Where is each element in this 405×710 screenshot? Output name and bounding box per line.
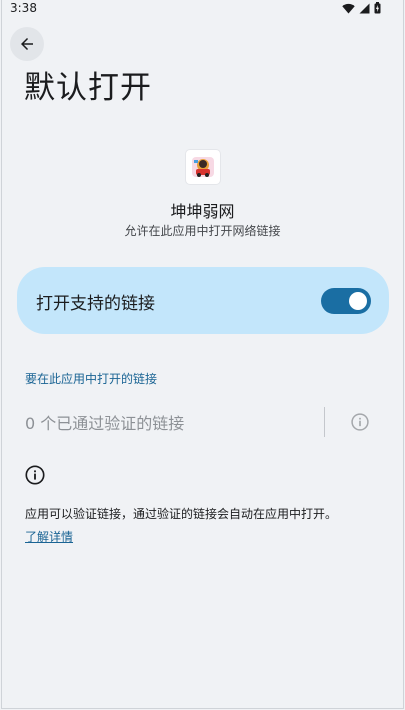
footer-info-icon bbox=[24, 464, 46, 486]
status-bar: 3:38 bbox=[0, 0, 405, 18]
links-section-label: 要在此应用中打开的链接 bbox=[25, 372, 158, 386]
learn-more-link[interactable]: 了解详情 bbox=[25, 528, 73, 545]
app-logo-icon bbox=[192, 157, 214, 177]
footer-description: 应用可以验证链接，通过验证的链接会自动在应用中打开。 bbox=[25, 507, 338, 521]
app-name: 坤坤弱网 bbox=[170, 202, 235, 221]
back-button[interactable] bbox=[10, 27, 44, 61]
toggle-label: 打开支持的链接 bbox=[36, 294, 155, 314]
status-time: 3:38 bbox=[10, 1, 37, 15]
info-icon bbox=[351, 413, 369, 431]
verified-links-count: 0 个已通过验证的链接 bbox=[25, 414, 185, 433]
status-icons bbox=[342, 2, 381, 14]
switch-thumb bbox=[349, 292, 367, 310]
arrow-back-icon bbox=[21, 38, 33, 50]
page-title: 默认打开 bbox=[24, 70, 152, 106]
open-supported-links-toggle-row[interactable]: 打开支持的链接 bbox=[17, 267, 389, 334]
verified-links-info-button[interactable] bbox=[349, 411, 371, 433]
signal-icon bbox=[359, 3, 370, 13]
app-icon bbox=[186, 150, 220, 184]
open-supported-links-switch[interactable] bbox=[321, 288, 371, 314]
vertical-divider bbox=[324, 407, 325, 437]
app-description: 允许在此应用中打开网络链接 bbox=[124, 224, 281, 238]
wifi-icon bbox=[342, 3, 355, 14]
battery-icon bbox=[374, 2, 381, 14]
info-icon bbox=[25, 465, 45, 485]
